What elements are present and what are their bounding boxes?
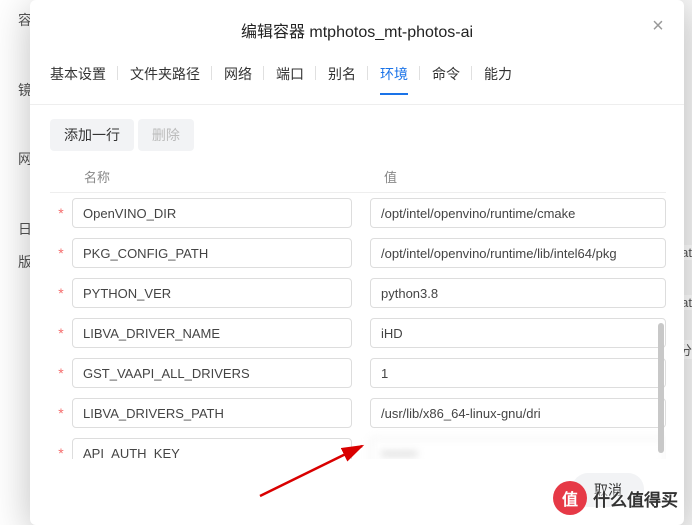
table-row: * [50,353,666,393]
watermark-badge-icon: 值 [553,481,587,515]
required-star-icon: * [50,245,72,261]
modal-header: 编辑容器 mtphotos_mt-photos-ai × [30,0,684,58]
add-row-button[interactable]: 添加一行 [50,119,134,151]
env-name-input[interactable] [72,198,352,228]
env-value-input[interactable] [370,238,666,268]
env-value-input[interactable] [370,198,666,228]
env-value-input[interactable] [370,358,666,388]
table-header: 名称 值 [50,161,666,192]
tab-0[interactable]: 基本设置 [50,58,106,94]
env-name-input[interactable] [72,358,352,388]
modal-title-name: mtphotos_mt-photos-ai [309,24,473,41]
env-name-input[interactable] [72,318,352,348]
env-name-input[interactable] [72,238,352,268]
delete-row-button[interactable]: 删除 [138,119,194,151]
required-star-icon: * [50,445,72,459]
table-row: * [50,313,666,353]
scrollbar-thumb[interactable] [658,323,664,453]
table-row: * [50,433,666,459]
env-name-input[interactable] [72,278,352,308]
env-value-input[interactable] [370,318,666,348]
tab-3[interactable]: 端口 [276,58,304,94]
column-header-value: 值 [374,167,666,186]
watermark-text: 什么值得买 [593,486,678,511]
tab-5[interactable]: 环境 [380,58,408,94]
required-star-icon: * [50,205,72,221]
required-star-icon: * [50,405,72,421]
env-table: 名称 值 * * * * * * * [30,161,684,459]
required-star-icon: * [50,325,72,341]
table-row: * [50,273,666,313]
close-icon[interactable]: × [646,14,670,38]
column-header-name: 名称 [84,167,374,186]
table-body: * * * * * * * [50,192,666,459]
required-star-icon: * [50,285,72,301]
tabs: 基本设置文件夹路径网络端口别名环境命令能力 [30,58,684,105]
edit-container-modal: 编辑容器 mtphotos_mt-photos-ai × 基本设置文件夹路径网络… [30,0,684,525]
env-name-input[interactable] [72,398,352,428]
modal-title-prefix: 编辑容器 [241,24,305,41]
tab-7[interactable]: 能力 [484,58,512,94]
tab-4[interactable]: 别名 [328,58,356,94]
env-value-input[interactable] [370,278,666,308]
tab-2[interactable]: 网络 [224,58,252,94]
watermark: 值 什么值得买 [545,477,686,519]
table-row: * [50,393,666,433]
tab-1[interactable]: 文件夹路径 [130,58,200,94]
env-value-input[interactable] [370,398,666,428]
table-row: * [50,233,666,273]
env-name-input[interactable] [72,438,352,459]
toolbar: 添加一行 删除 [30,105,684,161]
tab-6[interactable]: 命令 [432,58,460,94]
env-value-input[interactable] [370,438,666,459]
table-row: * [50,193,666,233]
required-star-icon: * [50,365,72,381]
